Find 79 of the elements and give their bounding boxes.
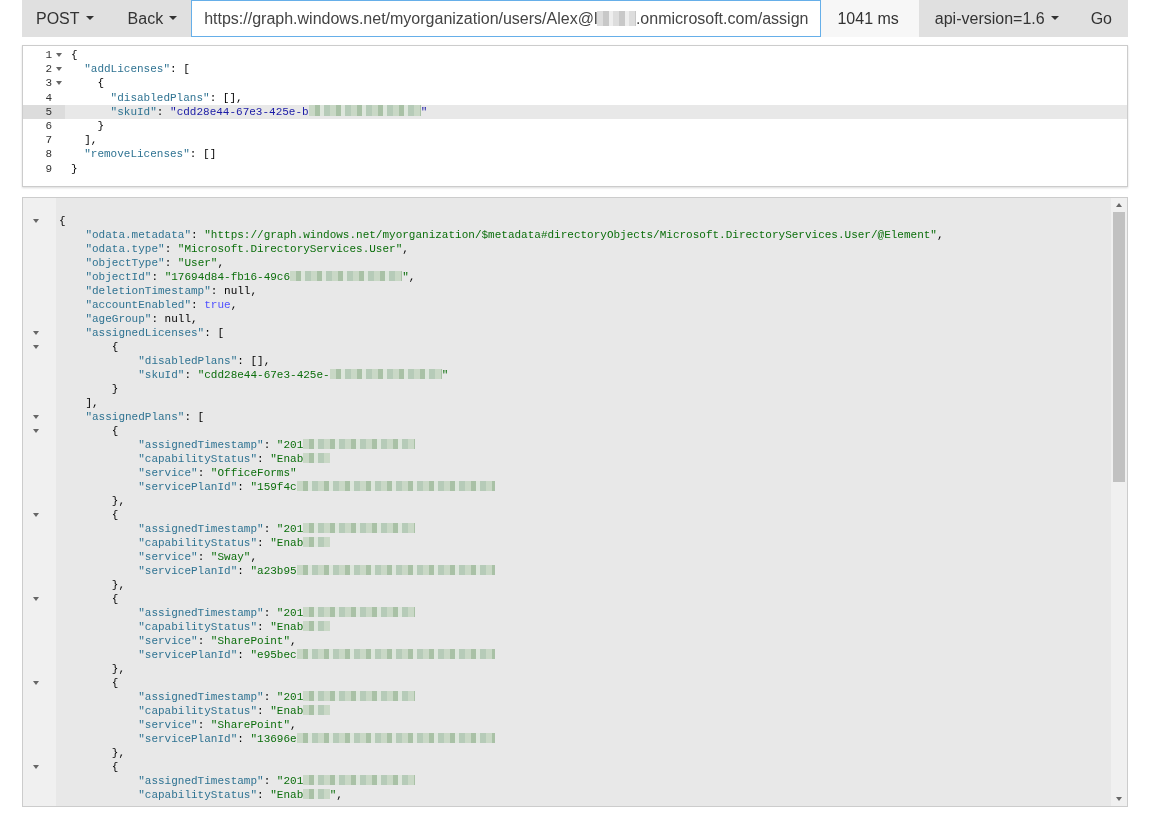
code-line: } (96, 118, 104, 133)
code-line: "capabilityStatus": "Enab (59, 536, 1111, 550)
code-line: }, (110, 494, 126, 508)
response-time: 1041 ms (821, 0, 919, 37)
code-line: "addLicenses": [ (83, 62, 190, 77)
code-line: "accountEnabled": true, (84, 298, 239, 312)
code-line: "assignedTimestamp": "201 (59, 774, 1111, 788)
code-line: ], (84, 396, 100, 410)
fold-caret-icon[interactable] (55, 67, 62, 72)
fold-caret-icon[interactable] (33, 765, 39, 769)
line-number: 8 (45, 147, 52, 162)
code-line: "ageGroup": null, (84, 312, 199, 326)
code-line: { (96, 76, 104, 91)
code-line: { (70, 48, 78, 62)
line-number: 7 (45, 133, 52, 148)
code-line: "assignedTimestamp": "201 (59, 522, 1111, 536)
fold-caret-icon[interactable] (55, 81, 62, 86)
code-line: "skuId": "cdd28e44-67e3-425e- " (137, 368, 450, 382)
code-line: "deletionTimestamp": null, (84, 284, 259, 298)
code-line: "disabledPlans": [], (137, 354, 272, 368)
code-line: "assignedTimestamp": "201 (59, 690, 1111, 704)
code-line: "odata.metadata": "https://graph.windows.net/myorganization/$metadata#directoryObjects/Microsoft.DirectoryServices.User/@Element", (84, 228, 945, 242)
code-line: "odata.type": "Microsoft.DirectoryServices.User", (84, 242, 410, 256)
line-number: 6 (45, 118, 52, 134)
code-line: "assignedPlans": [ (84, 410, 206, 424)
code-line: "service": "Sway", (137, 550, 259, 564)
line-number: 5 (45, 104, 52, 119)
vertical-scrollbar[interactable] (1111, 198, 1127, 806)
fold-caret-icon[interactable] (33, 345, 39, 349)
code-line: { (110, 508, 120, 522)
code-line: }, (110, 746, 126, 760)
fold-caret-icon[interactable] (55, 53, 62, 58)
line-number: 9 (45, 161, 52, 176)
code-line: { (110, 760, 120, 774)
code-line: "service": "OfficeForms" (137, 466, 298, 480)
code-line: "capabilityStatus": "Enab (59, 704, 1111, 718)
code-line: "servicePlanId": "13696e (59, 732, 1111, 746)
code-line: "capabilityStatus": "Enab (59, 452, 1111, 466)
code-line: }, (110, 578, 126, 592)
url-field[interactable]: https://graph.windows.net/myorganization/users/Alex@l .onmicrosoft.com/assign (191, 0, 822, 37)
code-line: ], (83, 133, 98, 148)
code-line: "objectId": "17694d84-fb16-49c6 ", (84, 270, 417, 284)
fold-caret-icon[interactable] (33, 415, 39, 419)
scroll-up-arrow-icon[interactable] (1116, 203, 1122, 207)
code-line: "assignedLicenses": [ (84, 326, 226, 340)
code-line: "objectType": "User", (84, 256, 226, 270)
line-number: 1 (45, 48, 52, 63)
fold-caret-icon[interactable] (33, 429, 39, 433)
code-line: "servicePlanId": "e95bec (59, 648, 1111, 662)
code-line: }, (110, 662, 126, 676)
code-line: "removeLicenses": [] (83, 147, 217, 162)
code-line: "disabledPlans": [], (109, 90, 243, 105)
code-line: { (110, 424, 120, 438)
code-line: "service": "SharePoint", (137, 634, 298, 648)
line-number: 3 (45, 76, 52, 91)
code-line: { (110, 676, 120, 690)
code-line: { (110, 592, 120, 606)
code-line: "servicePlanId": "159f4c (59, 480, 1111, 494)
code-line: { (110, 340, 120, 354)
code-line: } (70, 161, 78, 176)
scroll-down-arrow-icon[interactable] (1116, 797, 1122, 801)
fold-caret-icon[interactable] (33, 513, 39, 517)
request-editor[interactable]: 1 { 2 "addLicenses": [ 3 { 4 "disabledPlans": [], 5 "skuId": "cdd28e44-67e3-425e-b " 6 } 7 ], 8 "removeLicenses": [] 9 } (22, 45, 1128, 187)
fold-caret-icon[interactable] (33, 597, 39, 601)
code-line: "capabilityStatus": "Enab ", (137, 788, 344, 802)
code-line: { (59, 214, 67, 228)
line-number: 2 (45, 62, 52, 77)
code-line: "service": "SharePoint", (137, 718, 298, 732)
code-line: "assignedTimestamp": "201 (59, 606, 1111, 620)
scrollbar-thumb[interactable] (1113, 212, 1125, 482)
fold-caret-icon[interactable] (33, 219, 39, 223)
code-line: "assignedTimestamp": "201 (59, 438, 1111, 452)
code-line: "servicePlanId": "a23b95 (59, 564, 1111, 578)
fold-caret-icon[interactable] (33, 331, 39, 335)
line-number: 4 (45, 90, 52, 105)
code-line: "capabilityStatus": "Enab (59, 620, 1111, 634)
code-line: "skuId": "cdd28e44-67e3-425e-b " (109, 104, 428, 119)
code-line: } (110, 382, 120, 396)
fold-caret-icon[interactable] (33, 681, 39, 685)
